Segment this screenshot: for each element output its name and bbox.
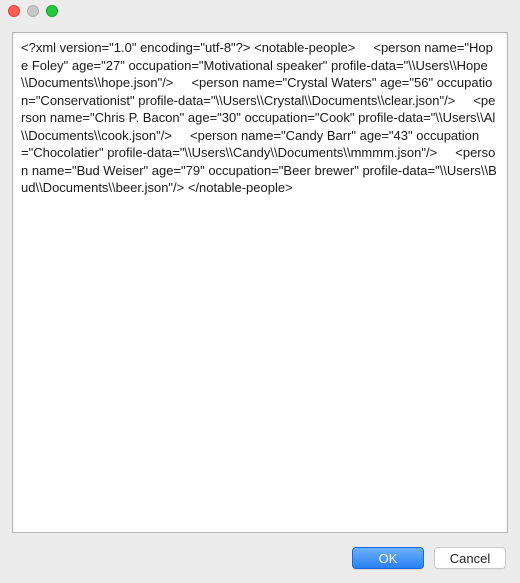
xml-textarea[interactable]: <?xml version="1.0" encoding="utf-8"?> <… [12, 32, 508, 533]
content-area: <?xml version="1.0" encoding="utf-8"?> <… [0, 22, 520, 539]
button-row: OK Cancel [0, 539, 520, 583]
window-titlebar [0, 0, 520, 22]
dialog-window: <?xml version="1.0" encoding="utf-8"?> <… [0, 0, 520, 583]
cancel-button[interactable]: Cancel [434, 547, 506, 569]
ok-button[interactable]: OK [352, 547, 424, 569]
window-minimize-icon[interactable] [27, 5, 39, 17]
window-close-icon[interactable] [8, 5, 20, 17]
window-zoom-icon[interactable] [46, 5, 58, 17]
